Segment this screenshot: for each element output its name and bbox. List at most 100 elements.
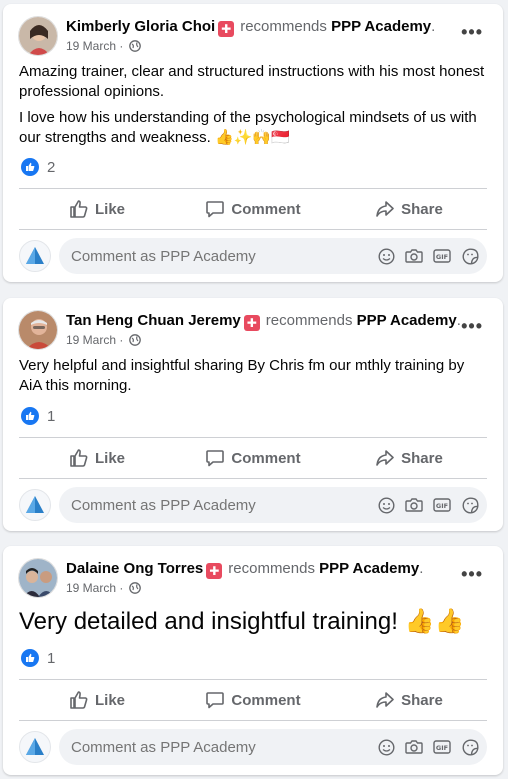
author-name[interactable]: Kimberly Gloria Choi: [66, 18, 215, 35]
comment-tools: GIF: [377, 496, 479, 514]
svg-text:GIF: GIF: [436, 744, 448, 752]
recommend-icon: ✚: [218, 21, 235, 37]
emoji-icon[interactable]: [377, 247, 395, 265]
recommend-icon: ✚: [243, 315, 260, 331]
post-paragraph: Very helpful and insightful sharing By C…: [19, 357, 465, 394]
like-button[interactable]: Like: [19, 191, 175, 227]
reactions[interactable]: 2: [21, 158, 55, 176]
share-icon: [376, 201, 394, 217]
action-bar: Like Comment Share: [19, 440, 487, 476]
reactions[interactable]: 1: [21, 649, 55, 667]
reactions[interactable]: 1: [21, 407, 55, 425]
post-date[interactable]: 19 March ·: [66, 581, 141, 595]
post-card: Tan Heng Chuan Jeremy ✚ recommends PPP Aca…: [3, 298, 503, 531]
like-button[interactable]: Like: [19, 682, 175, 718]
share-button[interactable]: Share: [331, 191, 487, 227]
recommends-text: recommends: [265, 312, 353, 329]
globe-icon: [128, 40, 141, 52]
share-icon: [376, 692, 394, 708]
thumbs-up-icon: [70, 449, 88, 467]
comment-composer: GIF: [19, 487, 487, 523]
post-header: Tan Heng Chuan Jeremy ✚ recommends PPP Aca…: [16, 308, 493, 352]
divider: [19, 229, 487, 230]
name-line: Dalaine Ong Torres ✚ recommends PPP Academ…: [66, 560, 424, 579]
recommend-icon: ✚: [206, 563, 223, 579]
comment-button[interactable]: Comment: [175, 682, 331, 718]
comment-icon: [206, 692, 225, 709]
thumbs-up-icon: [21, 649, 39, 667]
sticker-icon[interactable]: [461, 496, 479, 514]
share-icon: [376, 450, 394, 466]
gif-icon[interactable]: GIF: [433, 496, 451, 514]
thumbs-up-icon: [21, 158, 39, 176]
post-card: Dalaine Ong Torres ✚ recommends PPP Academ…: [3, 546, 503, 775]
divider: [19, 720, 487, 721]
post-header: Kimberly Gloria Choi ✚ recommends PPP Acad…: [16, 14, 493, 58]
action-bar: Like Comment Share: [19, 682, 487, 718]
comment-button[interactable]: Comment: [175, 440, 331, 476]
globe-icon: [128, 334, 141, 346]
share-button[interactable]: Share: [331, 440, 487, 476]
action-bar: Like Comment Share: [19, 191, 487, 227]
sticker-icon[interactable]: [461, 247, 479, 265]
post-paragraph: Very detailed and insightful training! 👍…: [19, 608, 465, 635]
emoji-icon[interactable]: [377, 738, 395, 756]
thumbs-up-icon: [70, 691, 88, 709]
more-options-icon[interactable]: •••: [461, 22, 483, 43]
post-date[interactable]: 19 March ·: [66, 39, 141, 53]
thumbs-up-icon: [70, 200, 88, 218]
post-header: Dalaine Ong Torres ✚ recommends PPP Academ…: [16, 556, 493, 600]
comment-button[interactable]: Comment: [175, 191, 331, 227]
post-paragraph: I love how his understanding of the psyc…: [19, 109, 477, 146]
page-link[interactable]: PPP Academy: [319, 560, 419, 577]
divider: [19, 188, 487, 189]
page-avatar: [19, 489, 51, 521]
camera-icon[interactable]: [405, 247, 423, 265]
recommends-text: recommends: [228, 560, 315, 577]
emoji-icon[interactable]: [377, 496, 395, 514]
post-paragraph: Amazing trainer, clear and structured in…: [19, 63, 485, 100]
author-name[interactable]: Dalaine Ong Torres: [66, 560, 203, 577]
divider: [19, 478, 487, 479]
divider: [19, 679, 487, 680]
post-body: Amazing trainer, clear and structured in…: [19, 62, 489, 154]
gif-icon[interactable]: GIF: [433, 247, 451, 265]
comment-icon: [206, 201, 225, 218]
divider: [19, 437, 487, 438]
comment-icon: [206, 450, 225, 467]
author-name[interactable]: Tan Heng Chuan Jeremy: [66, 312, 241, 329]
share-button[interactable]: Share: [331, 682, 487, 718]
globe-icon: [128, 582, 141, 594]
reaction-count: 1: [47, 407, 56, 425]
page-avatar: [19, 240, 51, 272]
page-link[interactable]: PPP Academy: [331, 18, 431, 35]
reaction-count: 2: [47, 158, 56, 176]
camera-icon[interactable]: [405, 738, 423, 756]
like-button[interactable]: Like: [19, 440, 175, 476]
reaction-count: 1: [47, 649, 56, 667]
svg-text:GIF: GIF: [436, 502, 448, 510]
avatar[interactable]: [18, 16, 58, 56]
thumbs-up-icon: [21, 407, 39, 425]
gif-icon[interactable]: GIF: [433, 738, 451, 756]
comment-composer: GIF: [19, 729, 487, 765]
post-date[interactable]: 19 March ·: [66, 333, 141, 347]
svg-text:GIF: GIF: [436, 253, 448, 261]
camera-icon[interactable]: [405, 496, 423, 514]
avatar[interactable]: [18, 310, 58, 350]
name-line: Tan Heng Chuan Jeremy ✚ recommends PPP Aca…: [66, 312, 461, 331]
avatar[interactable]: [18, 558, 58, 598]
sticker-icon[interactable]: [461, 738, 479, 756]
post-body: Very helpful and insightful sharing By C…: [19, 356, 489, 402]
comment-tools: GIF: [377, 247, 479, 265]
comment-tools: GIF: [377, 738, 479, 756]
post-card: Kimberly Gloria Choi ✚ recommends PPP Acad…: [3, 4, 503, 282]
more-options-icon[interactable]: •••: [461, 564, 483, 585]
page-avatar: [19, 731, 51, 763]
comment-composer: GIF: [19, 238, 487, 274]
recommends-text: recommends: [240, 18, 327, 35]
more-options-icon[interactable]: •••: [461, 316, 483, 337]
post-body: Very detailed and insightful training! 👍…: [19, 607, 489, 643]
page-link[interactable]: PPP Academy: [357, 312, 457, 329]
name-line: Kimberly Gloria Choi ✚ recommends PPP Acad…: [66, 18, 436, 37]
